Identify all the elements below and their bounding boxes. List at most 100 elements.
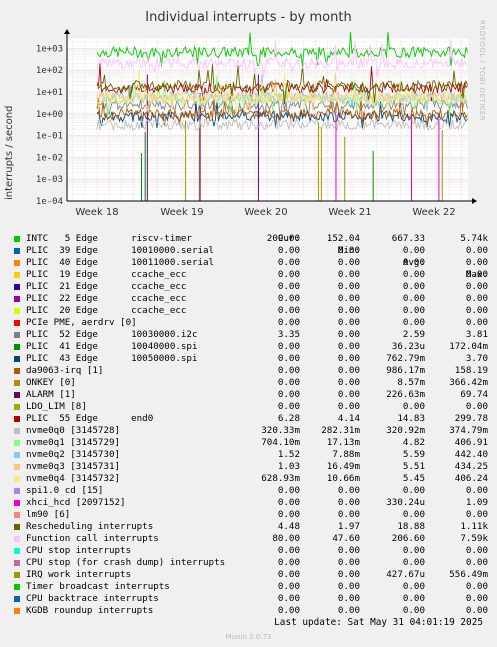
legend-max: 0.00 [465,605,488,616]
legend-max: 0.00 [465,305,488,316]
legend-avg: 14.83 [397,413,425,424]
y-tick-labels: 1e+03 1e+02 1e+01 1e+00 1e-01 1e-02 1e-03 1e-04 [36,44,63,207]
legend-row: Function call interrupts 80.00 47.60 206.60… [12,533,492,545]
legend-max: 0.00 [465,293,488,304]
legend-max: 3.70 [465,353,488,364]
legend-avg: 0.00 [402,509,425,520]
legend-label: nvme0q0 [3145728] [26,425,121,436]
legend-max: 1.11k [460,521,488,532]
legend-label: PLIC 19 Edge ccache_ecc [26,269,187,280]
legend-max: 0.00 [465,509,488,520]
legend-cur: 0.00 [277,305,300,316]
legend-label: xhci_hcd [2097152] [26,497,126,508]
legend-cur: 0.00 [277,509,300,520]
legend-avg: 986.17m [386,365,425,376]
legend-label: LDO_LIM [8] [26,401,87,412]
y-tick-label: 1e+02 [36,66,63,76]
legend-min: 4.14 [337,413,360,424]
legend-row: PLIC 19 Edge ccache_ecc 0.00 0.00 0.00 0.00 [12,269,492,281]
legend-row: PLIC 43 Edge 10050000.spi 0.00 0.00 762.79m… [12,353,492,365]
legend-row: KGDB roundup interrupts 0.00 0.00 0.00 0.00 [12,605,492,617]
legend-row: PLIC 21 Edge ccache_ecc 0.00 0.00 0.00 0.00 [12,281,492,293]
legend-row: lm90 [6] 0.00 0.00 0.00 0.00 [12,509,492,521]
legend-cur: 320.33m [261,425,300,436]
legend-row: PLIC 41 Edge 10040000.spi 0.00 0.00 36.23u 1… [12,341,492,353]
legend-row: LDO_LIM [8] 0.00 0.00 0.00 0.00 [12,401,492,413]
legend-label: CPU backtrace interrupts [26,593,159,604]
legend-cur: 4.48 [277,521,300,532]
legend-max: 0.00 [465,281,488,292]
legend-row: nvme0q0 [3145728] 320.33m 282.31m 320.92m 37… [12,425,492,437]
munin-version: Munin 2.0.73 [225,633,272,641]
legend-row: ONKEY [0] 0.00 0.00 8.57m 366.42m [12,377,492,389]
x-tick-labels: Week 18 Week 19 Week 20 Week 21 Week 22 [75,207,455,218]
y-tick-label: 1e-01 [36,132,63,142]
legend-max: 0.00 [465,557,488,568]
legend-max: 299.78 [454,413,488,424]
y-axis-arrow [64,29,70,34]
legend-avg: 5.59 [402,449,425,460]
legend-row: PLIC 40 Edge 10011000.serial 0.00 0.00 0.00… [12,257,492,269]
y-tick-label: 1e+03 [36,44,63,54]
legend-cur: 0.00 [277,281,300,292]
legend-swatch [14,500,20,506]
legend-swatch [14,512,20,518]
legend-label: da9063-irq [1] [26,365,104,376]
legend-max: 69.74 [460,389,488,400]
legend-min: 0.00 [337,605,360,616]
legend-avg: 0.00 [402,593,425,604]
legend-max: 406.91 [454,437,488,448]
legend-row: PLIC 55 Edge end0 6.28 4.14 14.83 299.78 [12,413,492,425]
legend-cur: 0.00 [277,293,300,304]
legend-label: nvme0q3 [3145731] [26,461,121,472]
legend-avg: 427.67u [386,569,425,580]
legend-avg: 0.00 [402,485,425,496]
legend-swatch [14,236,20,242]
legend-swatch [14,584,20,590]
legend-avg: 0.00 [402,605,425,616]
legend-row: PLIC 20 Edge ccache_ecc 0.00 0.00 0.00 0.00 [12,305,492,317]
legend-min: 47.60 [332,533,360,544]
legend-cur: 0.00 [277,317,300,328]
legend-max: 5.74k [460,233,488,244]
legend-header: Cur: Min: Avg: Max: [12,221,492,280]
legend-swatch [14,596,20,602]
legend-swatch [14,344,20,350]
legend-row: CPU stop interrupts 0.00 0.00 0.00 0.00 [12,545,492,557]
legend-max: 1.09 [465,497,488,508]
legend-min: 16.49m [326,461,360,472]
legend-max: 0.00 [465,269,488,280]
legend-swatch [14,548,20,554]
legend-label: nvme0q4 [3145732] [26,473,121,484]
legend-swatch [14,296,20,302]
legend-label: ONKEY [0] [26,377,76,388]
legend-label: PLIC 20 Edge ccache_ecc [26,305,187,316]
legend-row: PCIe PME, aerdrv [0] 0.00 0.00 0.00 0.00 [12,317,492,329]
legend-row: spi1.0 cd [15] 0.00 0.00 0.00 0.00 [12,485,492,497]
x-tick-label: Week 22 [412,207,455,218]
legend-min: 0.00 [337,581,360,592]
legend-cur: 0.00 [277,485,300,496]
legend: Cur: Min: Avg: Max: INTC 5 Edge riscv-ti… [12,221,492,617]
legend-swatch [14,404,20,410]
legend-cur: 0.00 [277,269,300,280]
legend-label: Rescheduling interrupts [26,521,154,532]
legend-min: 0.00 [337,365,360,376]
legend-avg: 667.33 [391,233,425,244]
legend-row: nvme0q3 [3145731] 1.03 16.49m 5.51 434.25 [12,461,492,473]
legend-swatch [14,380,20,386]
x-tick-label: Week 19 [160,207,203,218]
legend-avg: 18.88 [397,521,425,532]
x-tick-label: Week 21 [328,207,371,218]
legend-swatch [14,524,20,530]
legend-swatch [14,356,20,362]
legend-label: INTC 5 Edge riscv-timer [26,233,192,244]
legend-swatch [14,284,20,290]
legend-max: 374.79m [449,425,488,436]
legend-cur: 0.00 [277,581,300,592]
legend-cur: 0.00 [277,557,300,568]
legend-label: Timer broadcast interrupts [26,581,170,592]
legend-max: 434.25 [454,461,488,472]
legend-avg: 320.92m [386,425,425,436]
legend-avg: 330.24u [386,497,425,508]
